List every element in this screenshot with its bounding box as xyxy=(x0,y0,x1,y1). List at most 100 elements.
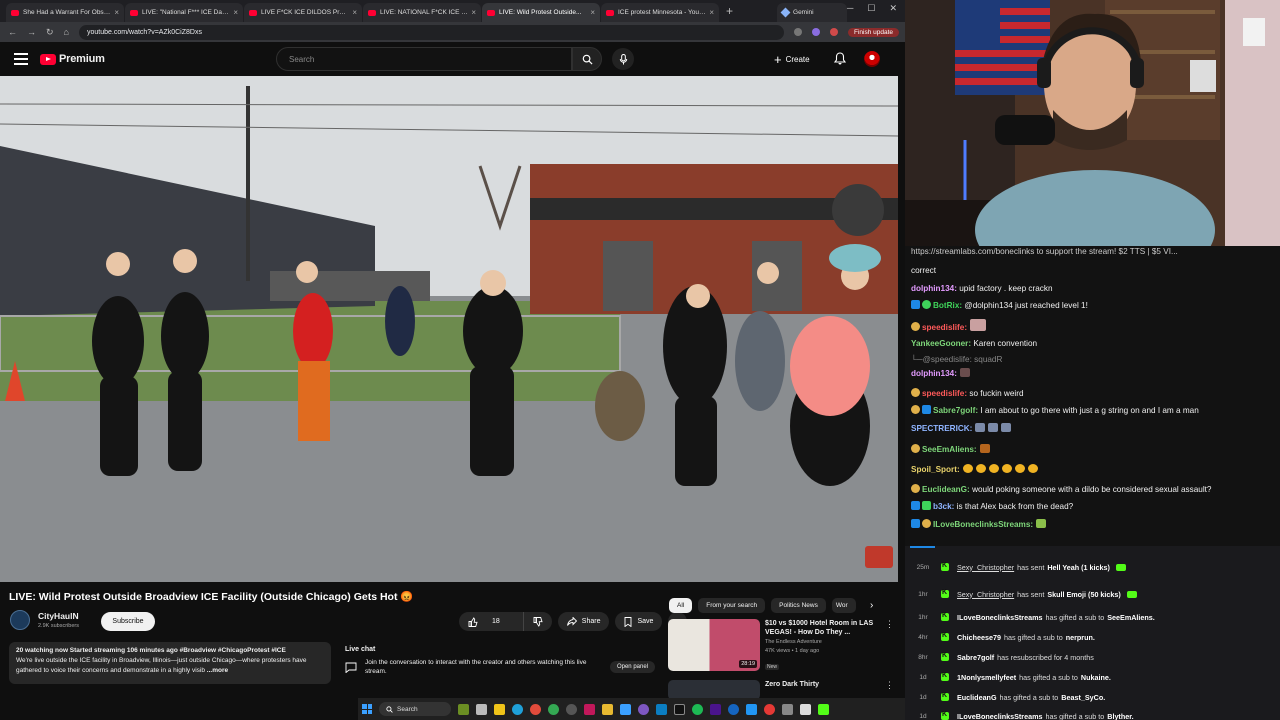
save-button[interactable]: Save xyxy=(615,612,663,631)
dislike-button[interactable] xyxy=(522,612,552,631)
app-icon[interactable] xyxy=(674,703,685,715)
taskbar-search[interactable]: Search xyxy=(379,702,451,716)
widgets-icon[interactable] xyxy=(458,703,469,715)
app-icon[interactable] xyxy=(584,703,595,715)
open-panel-button[interactable]: Open panel xyxy=(609,661,655,673)
search-button[interactable] xyxy=(572,47,602,71)
event-user[interactable]: ILoveBoneclinksStreams xyxy=(957,613,1043,622)
close-tab-icon[interactable]: × xyxy=(352,8,357,17)
app-icon[interactable] xyxy=(620,703,631,715)
menu-icon[interactable] xyxy=(14,53,28,65)
youtube-logo[interactable]: Premium xyxy=(40,53,105,65)
more-link[interactable]: ...more xyxy=(207,667,228,674)
chip-more[interactable]: Wor xyxy=(831,598,856,613)
extension-icon[interactable] xyxy=(793,28,802,36)
chrome-icon[interactable] xyxy=(530,703,541,715)
folder-icon[interactable] xyxy=(602,703,613,715)
channel-name[interactable]: CityHaulN xyxy=(38,611,79,621)
app-icon[interactable] xyxy=(800,703,811,715)
app-icon[interactable] xyxy=(818,703,829,715)
event-detail: Hell Yeah (1 kicks) xyxy=(1047,562,1110,572)
app-icon[interactable] xyxy=(638,703,649,715)
subscribe-button[interactable]: Subscribe xyxy=(101,612,155,631)
new-tab-icon[interactable]: + xyxy=(726,4,733,18)
obs-icon[interactable] xyxy=(566,703,577,715)
like-button[interactable]: 18 xyxy=(459,612,518,631)
more-options-icon[interactable]: ⋮ xyxy=(885,680,894,691)
app-icon[interactable] xyxy=(764,703,775,715)
close-tab-icon[interactable]: × xyxy=(471,8,476,17)
forward-icon[interactable]: → xyxy=(27,27,36,37)
event-user[interactable]: ILoveBoneclinksStreams xyxy=(957,712,1043,720)
video-thumbnail[interactable] xyxy=(668,680,760,700)
chip-from-your-search[interactable]: From your search xyxy=(698,598,766,613)
video-description[interactable]: 20 watching now Started streaming 106 mi… xyxy=(9,642,331,684)
browser-tab-active[interactable]: LIVE: Wild Protest Outside... × xyxy=(482,3,600,22)
maximize-icon[interactable]: ☐ xyxy=(867,3,875,14)
app-icon[interactable] xyxy=(656,703,667,715)
account-avatar[interactable] xyxy=(864,51,880,67)
home-icon[interactable]: ⌂ xyxy=(64,27,69,37)
close-tab-icon[interactable]: × xyxy=(233,8,238,17)
event-user[interactable]: Sabre7golf xyxy=(957,653,994,662)
close-tab-icon[interactable]: × xyxy=(590,8,595,17)
event-user[interactable]: Sexy_Christopher xyxy=(957,563,1014,572)
chip-politics-news[interactable]: Politics News xyxy=(771,598,826,613)
back-icon[interactable]: ← xyxy=(8,27,17,37)
chrome-icon[interactable] xyxy=(548,703,559,715)
close-tab-icon[interactable]: × xyxy=(709,8,714,17)
chat-text: squadR xyxy=(974,355,1003,364)
channel-info[interactable]: CityHaulN 2.9K subscribers xyxy=(10,610,79,630)
channel-avatar[interactable] xyxy=(10,610,30,630)
url-input[interactable]: youtube.com/watch?v=AZk0CiZ8Dxs xyxy=(78,24,784,40)
event-user[interactable]: EuclideanG xyxy=(957,693,997,702)
chip-all[interactable]: All xyxy=(669,598,693,613)
event-user[interactable]: Chicheese79 xyxy=(957,633,1001,642)
chat-text: correct xyxy=(911,266,937,275)
browser-tab-gemini[interactable]: Gemini xyxy=(777,3,848,22)
voice-search-button[interactable] xyxy=(612,48,634,70)
extension-icon[interactable] xyxy=(811,28,820,36)
app-icon[interactable] xyxy=(728,703,739,715)
event-user[interactable]: 1Nonlysmellyfeet xyxy=(957,673,1016,682)
event-user[interactable]: Sexy_Christopher xyxy=(957,590,1014,599)
chevron-right-icon[interactable]: › xyxy=(870,600,873,611)
extension-icon[interactable] xyxy=(829,28,838,36)
file-explorer-icon[interactable] xyxy=(494,703,505,715)
event-time: 25m xyxy=(916,563,930,571)
create-button[interactable]: + Create xyxy=(774,49,810,69)
close-tab-icon[interactable]: × xyxy=(114,8,119,17)
video-player[interactable] xyxy=(0,76,898,582)
minimize-icon[interactable]: ─ xyxy=(847,3,853,14)
app-icon[interactable] xyxy=(746,703,757,715)
browser-tab[interactable]: LIVE F*CK ICE DILDOS Protest... × xyxy=(244,3,362,22)
browser-tab[interactable]: She Had a Warrant For Obstru... × xyxy=(6,3,124,22)
chat-message: b3ck: is that Alex back from the dead? xyxy=(911,501,1274,512)
task-view-icon[interactable] xyxy=(476,703,487,715)
browser-tab[interactable]: ICE protest Minnesota - YouTu... × xyxy=(601,3,719,22)
recommendation-title[interactable]: Zero Dark Thirty xyxy=(765,680,898,689)
video-thumbnail[interactable]: 28:19 xyxy=(668,619,760,671)
reload-icon[interactable]: ↻ xyxy=(46,27,54,38)
finish-update-button[interactable]: Finish update xyxy=(847,27,899,37)
recommendation-item[interactable]: Zero Dark Thirty ⋮ xyxy=(668,680,898,700)
event-action: has sent xyxy=(1017,589,1045,599)
notifications-bell-icon[interactable] xyxy=(834,52,846,65)
app-icon[interactable] xyxy=(782,703,793,715)
sub-badge-icon xyxy=(911,405,920,414)
recommendation-item[interactable]: 28:19 $10 vs $1000 Hotel Room in LAS VEG… xyxy=(668,619,898,673)
chat-text: I am about to go there with just a g str… xyxy=(980,406,1199,415)
share-button[interactable]: Share xyxy=(557,612,610,631)
event-action: has gifted a sub to xyxy=(999,692,1059,702)
event-row: 1hr ILoveBoneclinksStreamshas gifted a su… xyxy=(905,607,1280,627)
edge-icon[interactable] xyxy=(512,703,523,715)
spotify-icon[interactable] xyxy=(692,703,703,715)
more-options-icon[interactable]: ⋮ xyxy=(885,619,894,630)
app-icon[interactable] xyxy=(710,703,721,715)
windows-start-icon[interactable] xyxy=(362,704,372,714)
recommendation-title[interactable]: $10 vs $1000 Hotel Room in LAS VEGAS! - … xyxy=(765,619,898,637)
browser-tab[interactable]: LIVE: "National F*** ICE Day" Pr...× xyxy=(125,3,243,22)
browser-tab[interactable]: LIVE: NATIONAL F*CK ICE DAY × xyxy=(363,3,481,22)
search-input[interactable]: Search xyxy=(276,47,572,71)
close-window-icon[interactable]: ✕ xyxy=(889,3,897,14)
